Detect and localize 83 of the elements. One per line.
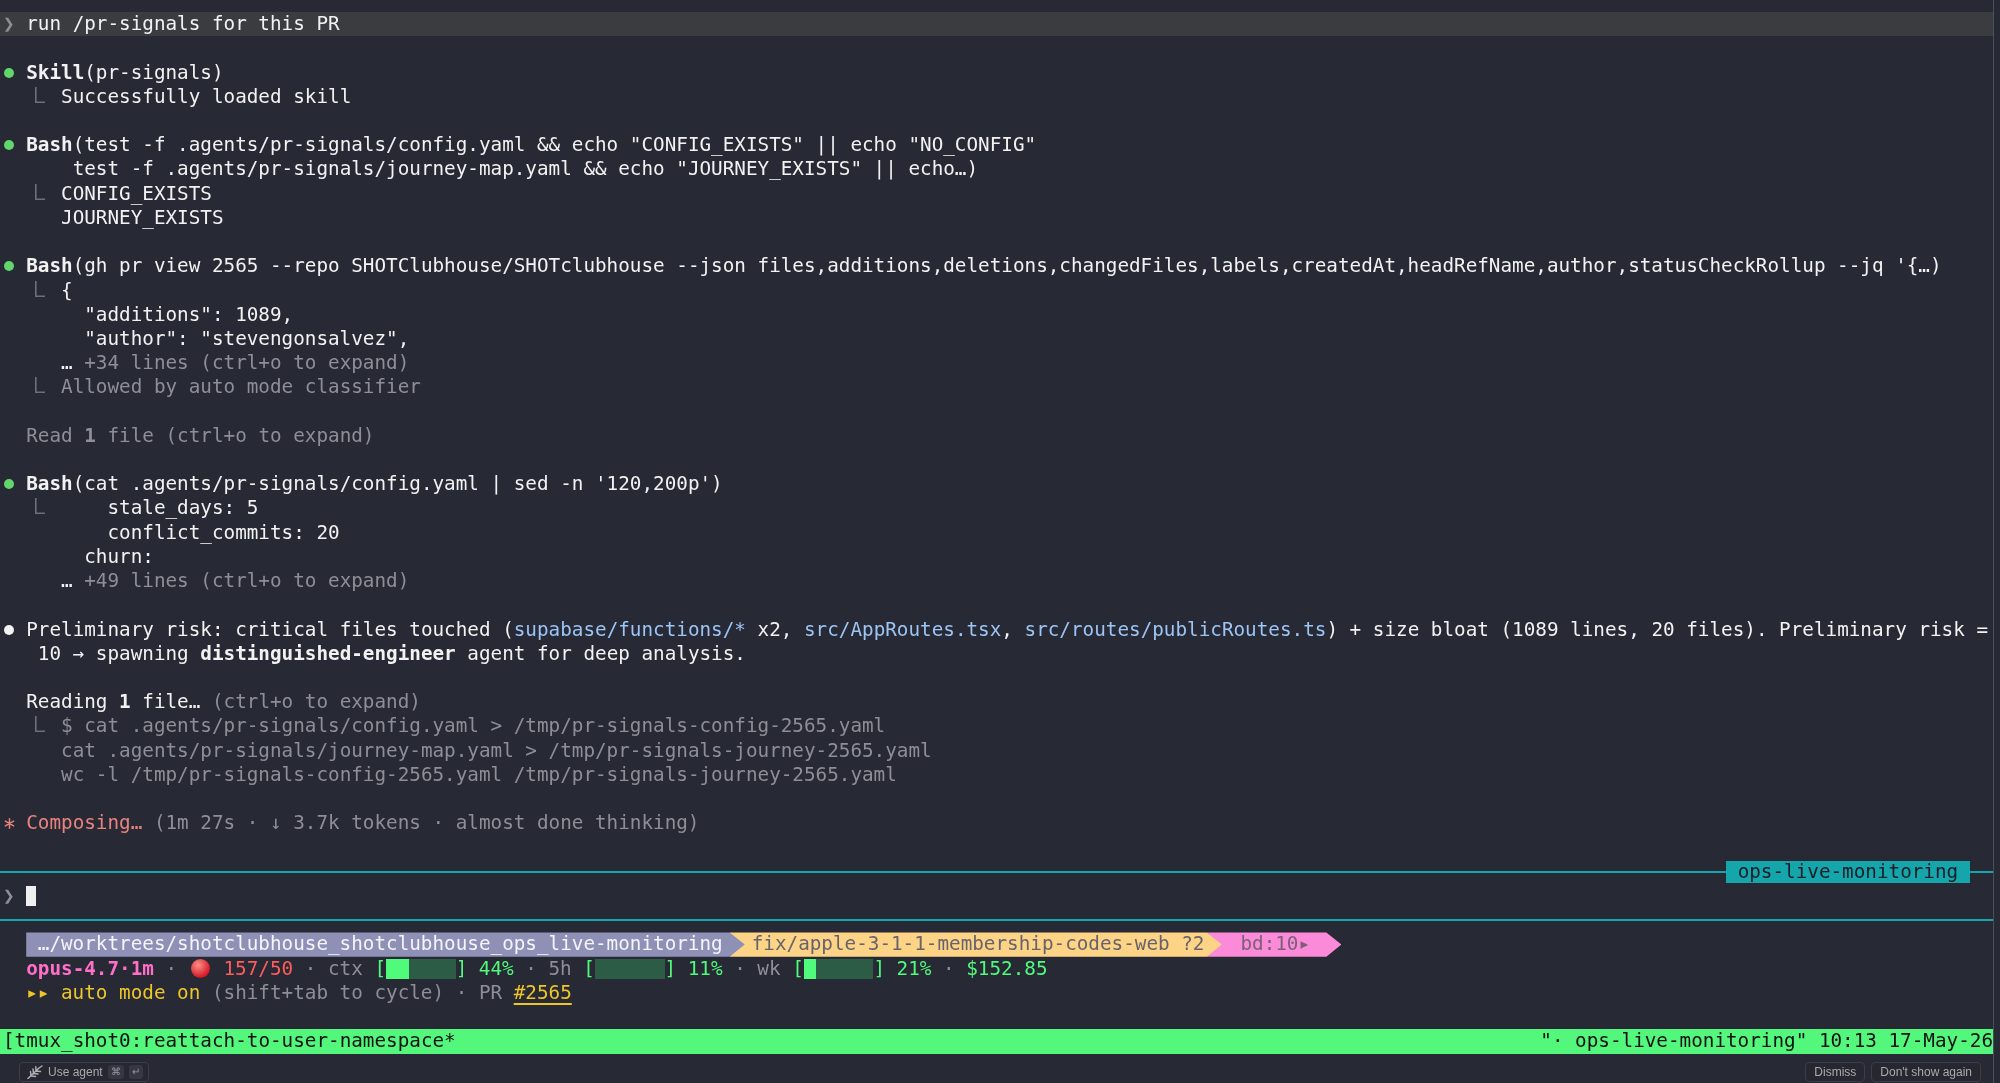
meter-percent: 21% (896, 956, 932, 981)
session-name: [tmux_shot0:reattach-to-user-namespace* (3, 1029, 456, 1054)
tool-command: (pr-signals) (84, 60, 224, 85)
output-line: Successfully loaded skill (61, 84, 352, 109)
meter-label: wk (757, 956, 781, 981)
status-detail: (1m 27s · ↓ 3.7k tokens · almost done thinking) (153, 811, 700, 836)
meter-bracket: [ (374, 956, 386, 981)
prompt-input[interactable]: ❯ (3, 884, 1993, 909)
prompt-symbol: ❯ (3, 12, 15, 36)
date-label: 17-May-26 (1888, 1029, 1993, 1054)
assistant-message: Preliminary risk: critical files touched (supabase/functions/* x2, src/AppRoutes.tsx, src/routes/publicRoutes.ts) + size bloat (1089 lines, 20 files). Preliminary risk = 10 → spawning distinguished-engineer agent for deep analysis. (26, 617, 1989, 667)
elbow-connector-icon (34, 716, 45, 733)
alert-dot-icon (190, 959, 210, 979)
keyboard-hint: (shift+tab to cycle) (211, 980, 445, 1006)
file-link[interactable]: src/AppRoutes.tsx (804, 617, 1002, 641)
output-line: "additions": 1089, (84, 302, 294, 327)
meter-bracket: ] (455, 956, 468, 981)
prompt-symbol: ❯ (3, 884, 15, 907)
branch-segment: fix/apple-3-1-1-membership-codes-web ?2 (729, 932, 1222, 957)
meter-label: 5h (548, 956, 572, 981)
meter-label: ctx (327, 956, 363, 981)
session-tag: ops-live-monitoring (1726, 860, 1970, 883)
output-line: wc -l /tmp/pr-signals-config-2565.yaml /tmp/pr-signals-journey-2565.yaml (61, 762, 897, 788)
separator: · (304, 956, 317, 981)
separator: · (525, 956, 537, 981)
meter-bracket: ] (873, 956, 885, 981)
activity-status: Read 1 file (ctrl+o to expand) (26, 423, 375, 449)
file-link[interactable]: supabase/functions/* (513, 617, 746, 641)
output-line: cat .agents/pr-signals/journey-map.yaml > /tmp/pr-signals-journey-2565.yaml (61, 738, 932, 763)
output-line: { (61, 278, 73, 303)
mode-status: auto mode on (61, 980, 201, 1006)
pr-label: PR (478, 980, 503, 1006)
output-line: CONFIG_EXISTS (61, 181, 212, 206)
output-line: Allowed by auto mode classifier (61, 375, 421, 400)
elbow-connector-icon (34, 377, 45, 394)
output-line: conflict_commits: 20 (107, 520, 340, 545)
tool-command: (gh pr view 2565 --repo SHOTClubhouse/SHOTclubhouse --json files,additions,deletions,changedFiles,labels,createdAt,headRefName,author,statusCheckRollup --jq '{…) (72, 254, 1942, 279)
meter-bracket: [ (792, 956, 804, 981)
separator: · (165, 956, 178, 981)
activity-status: Reading 1 file… (ctrl+o to expand) (26, 690, 421, 715)
use-agent-button[interactable]: Use agent ⌘ ↵ (19, 1061, 149, 1082)
output-line: JOURNEY_EXISTS (61, 205, 224, 231)
tool-name: Bash (26, 133, 73, 158)
status-text: Composing… (26, 811, 143, 836)
elbow-connector-icon (34, 86, 45, 103)
tool-command: test -f .agents/pr-signals/journey-map.yaml && echo "JOURNEY_EXISTS" || echo…) (72, 157, 979, 182)
error-count: 157/50 (223, 956, 294, 981)
separator: · (455, 980, 468, 1006)
cost-label: $152.85 (966, 956, 1048, 981)
pr-link[interactable]: #2565 (513, 980, 572, 1006)
collapsed-lines-note: … +49 lines (ctrl+o to expand) (61, 569, 410, 594)
tool-command: (test -f .agents/pr-signals/config.yaml && echo "CONFIG_EXISTS" || echo "NO_CONFIG" (72, 133, 1037, 158)
tool-name: Bash (26, 254, 73, 279)
output-line: $ cat .agents/pr-signals/config.yaml > /tmp/pr-signals-config-2565.yaml (61, 714, 886, 739)
clock-time: 10:13 (1818, 1029, 1877, 1054)
separator: · (943, 956, 955, 981)
meter-bracket: [ (583, 956, 595, 981)
elbow-connector-icon (34, 498, 45, 515)
feather-icon (27, 1064, 43, 1079)
elbow-connector-icon (34, 183, 45, 200)
separator: · (734, 956, 746, 981)
dismiss-button[interactable]: Dismiss (1805, 1061, 1866, 1082)
dont-show-again-button[interactable]: Don't show again (1871, 1061, 1981, 1082)
output-line: "author": "stevengonsalvez", (84, 326, 410, 352)
mode-indicator: ▸▸ (26, 980, 50, 1006)
user-message-text: run /pr-signals for this PR (26, 12, 340, 37)
tool-name: Skill (26, 60, 85, 85)
text-cursor (26, 886, 37, 907)
meter-track (594, 958, 665, 979)
tool-name: Bash (26, 472, 73, 497)
directory-segment: …/worktrees/shotclubhouse_shotclubhouse_ops_live-monitoring (26, 932, 745, 957)
spinner-icon (4, 817, 15, 829)
output-line: stale_days: 5 (107, 496, 259, 521)
model-name: opus-4.7·1m (26, 956, 154, 981)
meter-bracket: ] (664, 956, 677, 981)
meter-percent: 11% (687, 956, 723, 981)
elbow-connector-icon (34, 280, 45, 297)
tool-command: (cat .agents/pr-signals/config.yaml | sed -n '120,200p') (72, 472, 723, 497)
file-link[interactable]: src/routes/publicRoutes.ts (1024, 617, 1327, 641)
collapsed-lines-note: … +34 lines (ctrl+o to expand) (61, 351, 410, 376)
pane-title: "· ops-live-monitoring" (1540, 1029, 1808, 1054)
meter-percent: 44% (478, 956, 514, 981)
output-line: churn: (84, 544, 154, 570)
